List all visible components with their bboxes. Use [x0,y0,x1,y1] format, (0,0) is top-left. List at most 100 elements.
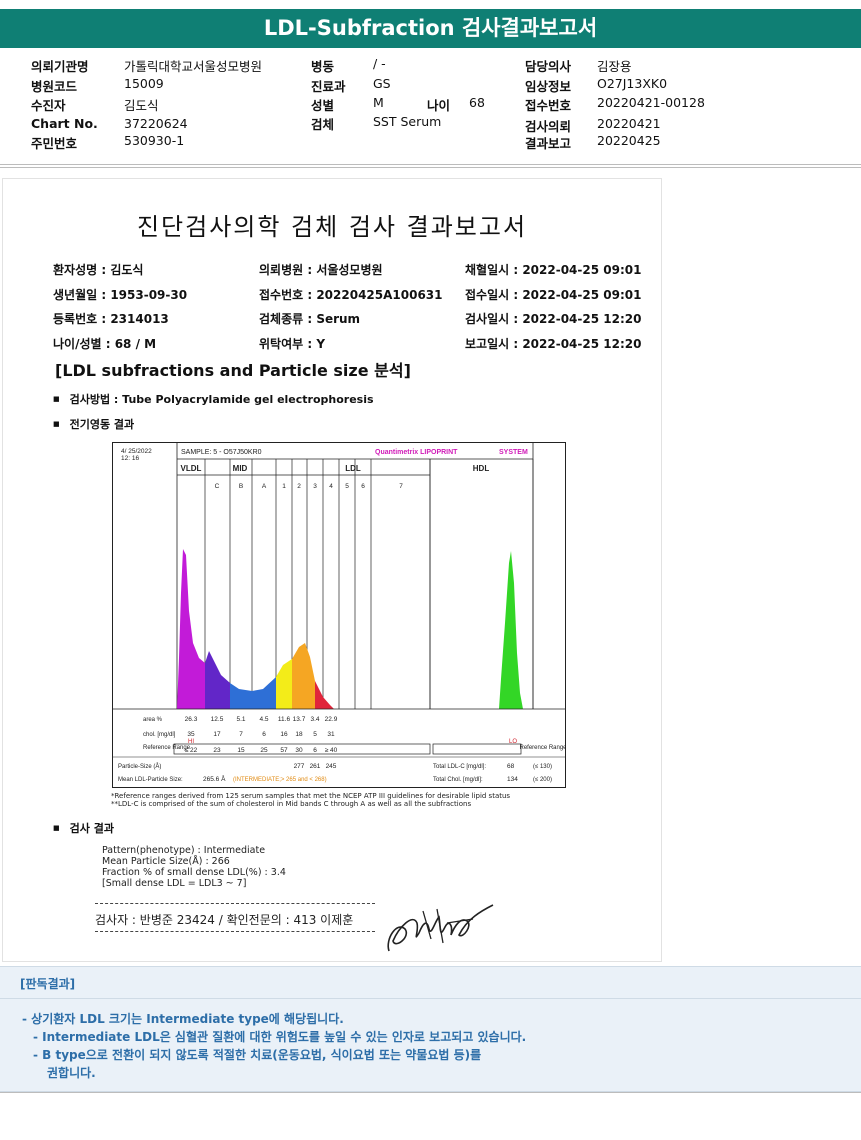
meta-label: 담당의사 [525,59,572,74]
section-title: [LDL subfractions and Particle size 분석] [55,361,411,380]
band-label: 6 [361,483,365,490]
row-label-area: area % [143,717,163,723]
report-document: 진단검사의학 검체 검사 결과보고서 환자성명 : 김도식 의뢰병원 : 서울성… [2,178,662,962]
reference-value: ≤ 22 [185,747,198,754]
total-ldl-label: Total LDL-C [mg/dl]: [433,764,486,770]
method-line: 검사방법 : Tube Polyacrylamide gel electroph… [53,391,374,407]
reference-box-hdl [432,743,522,755]
footnote-ldl: **LDL-C is comprised of the sum of chole… [111,800,472,808]
area-value: 4.5 [259,716,268,723]
referring-hospital: 의뢰병원 : 서울성모병원 [259,263,383,277]
total-chol-label: Total Chol. [mg/dl]: [433,777,483,783]
peak-mid-c [205,651,230,709]
band-label: 1 [282,483,286,490]
divider [0,164,861,165]
group-label-hdl: HDL [473,464,490,473]
judgement-line: - B type으로 전환이 되지 않도록 적절한 치료(운동요법, 식이요법 … [33,1048,482,1062]
lipoprint-svg: 4/ 25/202212: 16 SAMPLE: 5 - O57J50KR0 Qua… [113,443,567,783]
signature-line: 검사자 : 반병준 23424 / 확인전문의 : 413 이제훈 [95,913,354,927]
row-label-chol: chol. [mg/dl] [143,732,176,738]
result-mean-size: Mean Particle Size(Å) : 266 [102,856,230,867]
result-block: Pattern(phenotype) : Intermediate Mean P… [102,845,286,889]
registration-number: 등록번호 : 2314013 [53,312,169,326]
peak-vldl [177,549,205,709]
meta-age-label: 나이 [427,98,451,113]
chol-value: 16 [280,731,288,738]
total-chol-value: 134 [507,776,518,783]
reference-value: 57 [280,747,288,754]
total-ldl-value: 68 [507,763,515,770]
band-label: 4 [329,483,333,490]
consignment: 위탁여부 : Y [259,337,326,351]
receipt-number: 접수번호 : 20220425A100631 [259,288,443,302]
meta-value: 20220425 [597,133,661,148]
peak-ldl1 [276,659,292,709]
chol-value: 17 [213,731,221,738]
meta-value: 김장용 [597,59,632,74]
reference-label-right: Reference Range [519,745,565,751]
meta-label: 수진자 [31,98,66,113]
judgement-line: - Intermediate LDL은 심혈관 질환에 대한 위험도를 높일 수… [33,1030,527,1044]
result-fraction: Fraction % of small dense LDL(%) : 3.4 [102,867,286,878]
area-value: 13.7 [293,716,306,723]
meta-value: GS [373,76,391,91]
meta-label: 접수번호 [525,98,572,113]
chart-brand: Quantimetrix LIPOPRINT [375,449,458,456]
chart-sample: SAMPLE: 5 - O57J50KR0 [181,449,262,456]
chart-brand-suffix: SYSTEM [499,449,528,456]
handwritten-signature [387,904,494,952]
meta-label: 의뢰기관명 [31,59,89,74]
mean-ldl-value: 265.6 Å [203,774,226,783]
patient-name: 환자성명 : 김도식 [53,263,144,277]
group-label-mid: MID [233,464,248,473]
peak-ldl2 [292,643,315,709]
band-label: A [262,483,267,490]
meta-value: 가톨릭대학교서울성모병원 [124,59,263,74]
chart-time: 12: 16 [121,455,139,462]
collection-time: 채혈일시 : 2022-04-25 09:01 [465,263,642,277]
mean-ldl-class: (INTERMEDIATE;> 265 and < 268) [233,777,327,783]
band-label: C [215,483,220,490]
meta-label: 검체 [311,117,335,132]
meta-label: 주민번호 [31,136,78,151]
report-title: 진단검사의학 검체 검사 결과보고서 [136,213,528,241]
result-heading: 검사 결과 [53,820,114,836]
receipt-time: 접수일시 : 2022-04-25 09:01 [465,288,642,302]
dashed-rule [95,931,375,932]
reference-value: 30 [295,747,303,754]
judgement-line: 권합니다. [47,1066,96,1080]
area-value: 26.3 [185,716,198,723]
report-header-title: LDL-Subfraction 검사결과보고서 [0,9,861,48]
meta-value: M [373,95,384,110]
divider [0,167,861,168]
result-pattern: Pattern(phenotype) : Intermediate [102,845,266,856]
band-label: 3 [313,483,317,490]
area-value: 11.6 [278,716,291,723]
meta-value: SST Serum [373,114,442,129]
particle-size-label: Particle-Size (Å) [118,763,161,770]
reference-value: ≥ 40 [325,747,338,754]
reference-value: 15 [237,747,245,754]
test-time: 검사일시 : 2022-04-25 12:20 [465,312,642,326]
age-sex: 나이/성별 : 68 / M [53,337,157,351]
mean-ldl-label: Mean LDL-Particle Size: [118,777,183,783]
area-value: 22.9 [325,716,338,723]
specimen-type: 검체종류 : Serum [259,312,361,326]
footnote-reference: *Reference ranges derived from 125 serum… [111,792,511,800]
chol-value: 7 [239,731,243,738]
meta-age-value: 68 [469,95,485,110]
chol-value: 31 [327,731,335,738]
meta-value: 530930-1 [124,133,185,148]
meta-label: 결과보고 [525,136,572,151]
peak-mid-b [230,683,252,709]
meta-label: Chart No. [31,116,98,131]
report-time: 보고일시 : 2022-04-25 12:20 [465,337,642,351]
judgement-title: [판독결과] [20,977,76,991]
meta-label: 성별 [311,98,335,113]
band-label: 7 [399,483,403,490]
peak-ldl3 [315,681,334,709]
total-ldl-ref: (≤ 130) [533,764,552,770]
reference-value: 25 [260,747,268,754]
judgement-line: - 상기환자 LDL 크기는 Intermediate type에 해당됩니다. [22,1012,344,1026]
particle-size-value: 261 [310,763,321,770]
